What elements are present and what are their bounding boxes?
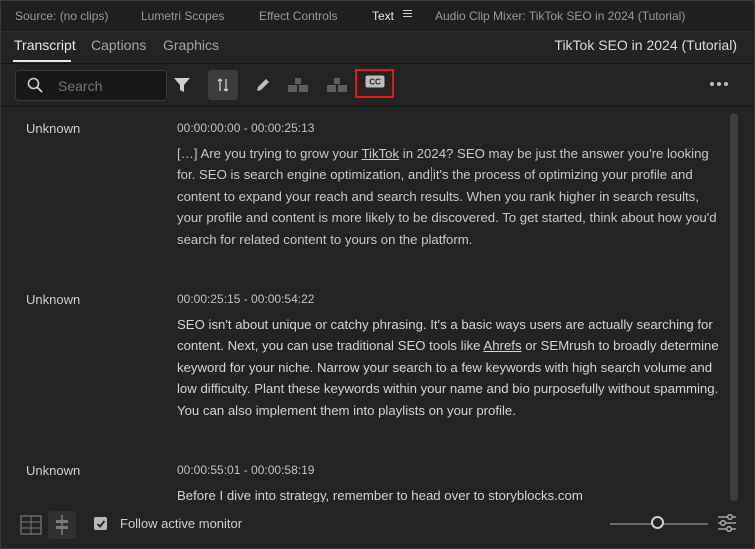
transcript-footer: Follow active monitor	[1, 504, 754, 548]
zoom-slider-thumb[interactable]	[651, 516, 664, 529]
follow-active-monitor-checkbox[interactable]	[94, 517, 107, 530]
svg-text:CC: CC	[369, 77, 381, 86]
text-run-underlined: Ahrefs	[483, 338, 522, 354]
panel-menu-icon[interactable]	[403, 10, 412, 18]
segment-timecode: 00:00:55:01 - 00:00:58:19	[177, 463, 315, 477]
tab-audio-clip-mixer[interactable]: Audio Clip Mixer: TikTok SEO in 2024 (Tu…	[435, 9, 685, 23]
more-options-icon[interactable]	[710, 82, 728, 86]
search-input[interactable]	[56, 76, 164, 96]
settings-sliders-icon[interactable]	[717, 514, 737, 537]
scrollbar-thumb[interactable]	[730, 113, 738, 501]
transcript-panel: Source: (no clips) Lumetri Scopes Effect…	[0, 0, 755, 549]
speaker-label[interactable]: Unknown	[26, 463, 80, 478]
tab-captions[interactable]: Captions	[91, 37, 146, 53]
tab-transcript[interactable]: Transcript	[14, 37, 76, 53]
tab-graphics[interactable]: Graphics	[163, 37, 219, 53]
closed-captions-button[interactable]: CC	[355, 69, 394, 98]
tab-lumetri-scopes[interactable]: Lumetri Scopes	[141, 9, 224, 23]
search-box[interactable]	[15, 70, 167, 101]
search-icon	[27, 77, 43, 98]
text-run: […] Are you trying to grow your	[177, 146, 362, 161]
filter-icon[interactable]	[167, 70, 197, 100]
speaker-label[interactable]: Unknown	[26, 292, 80, 307]
edit-icon[interactable]	[248, 70, 278, 100]
sequence-title: TikTok SEO in 2024 (Tutorial)	[554, 37, 737, 53]
speaker-label[interactable]: Unknown	[26, 121, 80, 136]
vertical-scrollbar[interactable]	[730, 113, 738, 501]
active-tab-indicator	[13, 60, 71, 62]
text-sub-tabs: Transcript Captions Graphics TikTok SEO …	[1, 32, 754, 62]
segment-text[interactable]: […] Are you trying to grow your TikTok i…	[177, 143, 723, 250]
follow-active-monitor-label[interactable]: Follow active monitor	[120, 516, 242, 531]
split-segment-icon[interactable]	[283, 70, 313, 100]
text-cursor	[430, 167, 432, 182]
merge-segments-icon[interactable]	[208, 70, 238, 100]
segment-text[interactable]: SEO isn't about unique or catchy phrasin…	[177, 314, 723, 421]
closed-captions-icon: CC	[365, 75, 385, 93]
tab-text[interactable]: Text	[372, 9, 394, 23]
tab-effect-controls[interactable]: Effect Controls	[259, 9, 337, 23]
timeline-sync-icon[interactable]	[17, 511, 45, 539]
segment-text[interactable]: Before I dive into strategy, remember to…	[177, 485, 723, 502]
transcript-body: Unknown 00:00:00:00 - 00:00:25:13 […] Ar…	[1, 106, 741, 502]
merge-icon[interactable]	[322, 70, 352, 100]
segment-timecode: 00:00:25:15 - 00:00:54:22	[177, 292, 315, 306]
segment-timecode: 00:00:00:00 - 00:00:25:13	[177, 121, 315, 135]
text-run-underlined: TikTok	[361, 146, 400, 161]
transcript-sync-icon[interactable]	[48, 511, 76, 539]
tab-source[interactable]: Source: (no clips)	[15, 9, 108, 23]
panel-tab-bar: Source: (no clips) Lumetri Scopes Effect…	[1, 1, 754, 32]
